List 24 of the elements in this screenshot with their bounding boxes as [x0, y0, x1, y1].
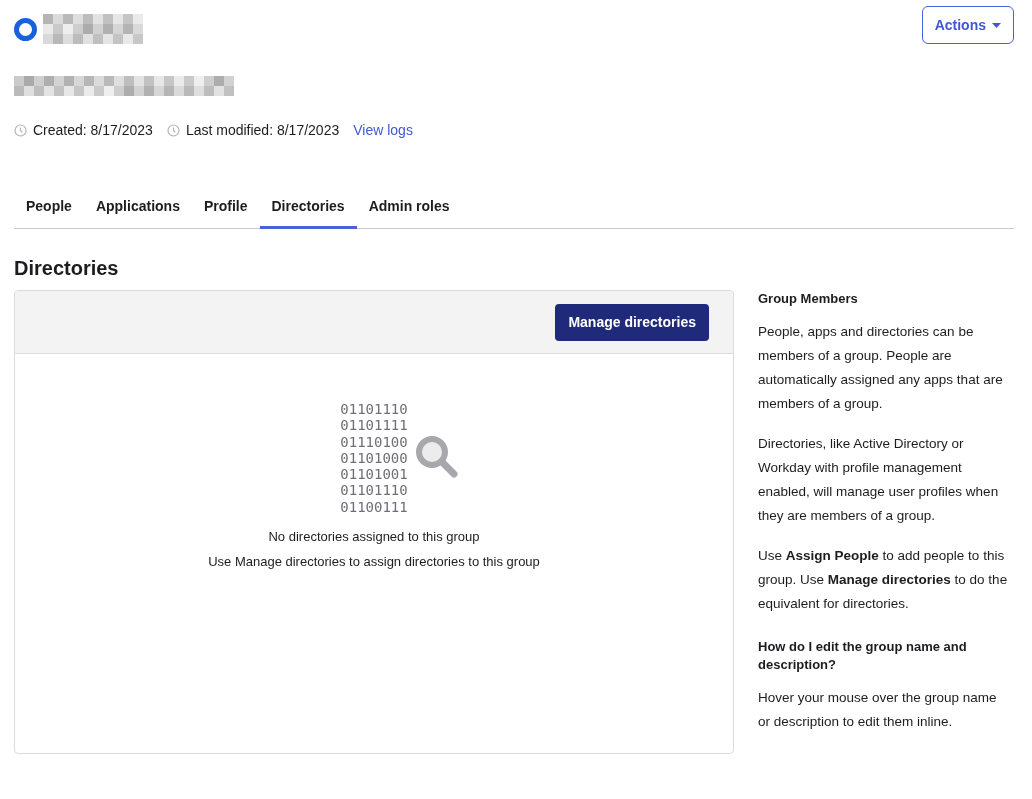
- view-logs-link[interactable]: View logs: [353, 122, 413, 138]
- help-paragraph: People, apps and directories can be members of a group. People are automatically assigned any apps that are members of a group.: [758, 323, 1004, 413]
- empty-state-title: No directories assigned to this group: [268, 529, 480, 545]
- tab[interactable]: Admin roles: [356, 198, 462, 229]
- created-date: Created: 8/17/2023: [33, 122, 153, 138]
- tab[interactable]: Applications: [83, 198, 192, 229]
- manage-directories-button[interactable]: Manage directories: [555, 303, 709, 341]
- group-icon: [14, 17, 37, 41]
- help-heading: How do I edit the group name and description?: [758, 638, 968, 674]
- tab[interactable]: Directories: [259, 198, 357, 229]
- empty-state-hint: Use Manage directories to assign directories to this group: [208, 554, 540, 570]
- tab[interactable]: Profile: [191, 198, 260, 229]
- help-paragraph: Directories, like Active Directory or Workday with profile management enabled, will manage user profiles when they are members of a group.: [758, 435, 1000, 525]
- actions-button[interactable]: Actions: [921, 6, 1014, 44]
- help-paragraph: Hover your mouse over the group name or description to edit them inline.: [758, 689, 998, 731]
- clock-icon: [14, 123, 27, 137]
- caret-icon: [992, 22, 1001, 28]
- modified-date: Last modified: 8/17/2023: [185, 122, 340, 138]
- clock-icon: [166, 123, 180, 137]
- section-title: Directories: [14, 257, 120, 280]
- help-paragraph: Use Assign People to add people to this group. Use Manage directories to do the equivalent for directories.: [758, 547, 1008, 613]
- binary-text: 01101110 01101111 01110100 01101000 01101001 01101110 01100111: [340, 401, 408, 516]
- help-heading: Group Members: [758, 290, 859, 308]
- tab[interactable]: People: [14, 198, 84, 229]
